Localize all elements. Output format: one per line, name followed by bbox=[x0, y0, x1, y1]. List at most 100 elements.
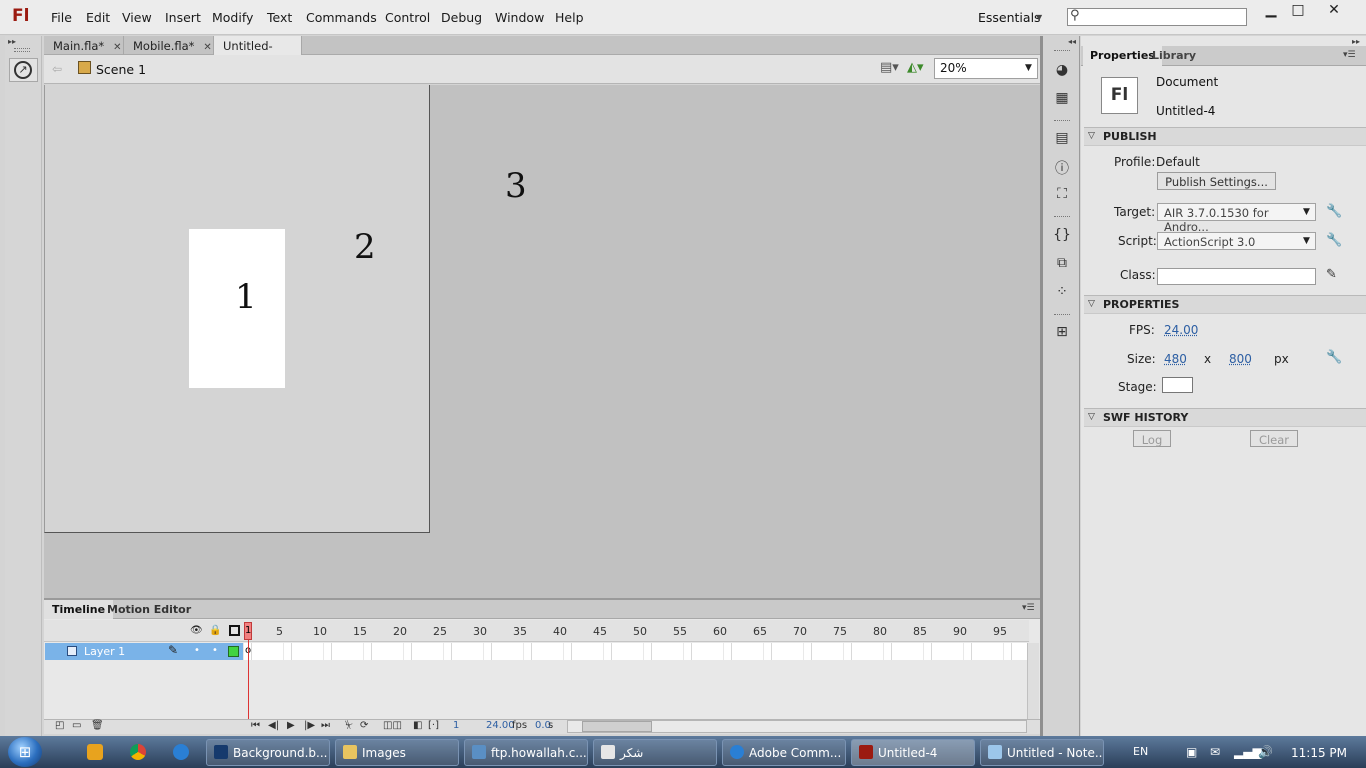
width-value[interactable]: 480 bbox=[1164, 352, 1187, 366]
collapse-panel-icon[interactable]: ▸▸ bbox=[1352, 37, 1360, 46]
layer-outline-color[interactable] bbox=[228, 646, 239, 657]
menu-debug[interactable]: Debug bbox=[441, 10, 482, 25]
current-frame[interactable]: 1 bbox=[453, 720, 459, 731]
chevron-down-icon[interactable]: ▼ bbox=[1025, 63, 1032, 73]
eye-icon[interactable]: 👁 bbox=[190, 625, 203, 636]
log-button[interactable]: Log bbox=[1133, 430, 1171, 447]
menu-view[interactable]: View bbox=[122, 10, 152, 25]
collapse-icon[interactable]: ▽ bbox=[1088, 299, 1095, 309]
height-value[interactable]: 800 bbox=[1229, 352, 1252, 366]
edit-symbols-icon[interactable]: ◭▾ bbox=[907, 60, 927, 78]
workspace-switcher[interactable]: Essentials bbox=[978, 10, 1041, 25]
fps-value[interactable]: 24.00 bbox=[1164, 323, 1198, 337]
timeline-vertical-scrollbar[interactable] bbox=[1027, 643, 1039, 723]
publish-settings-button[interactable]: Publish Settings... bbox=[1157, 172, 1276, 190]
media-player-icon[interactable] bbox=[87, 744, 103, 760]
mail-icon[interactable]: ✉ bbox=[1210, 745, 1220, 759]
collapse-panel-icon[interactable]: ◂◂ bbox=[1068, 37, 1076, 46]
motion-presets-icon[interactable]: ⁘ bbox=[1053, 284, 1071, 302]
menu-control[interactable]: Control bbox=[385, 10, 430, 25]
step-back-icon[interactable]: ◀| bbox=[268, 720, 279, 731]
workspace-dropdown-icon[interactable]: ▼ bbox=[1036, 13, 1042, 22]
loop-icon[interactable]: ⟳ bbox=[360, 720, 368, 731]
menu-text[interactable]: Text bbox=[267, 10, 292, 25]
panel-grip[interactable] bbox=[1054, 216, 1070, 219]
taskbar-images-folder[interactable]: Images bbox=[335, 739, 459, 766]
onion-skin-icon[interactable]: ◫◫ bbox=[383, 720, 402, 731]
edit-multiple-frames-icon[interactable]: ◧ bbox=[413, 720, 422, 731]
menu-edit[interactable]: Edit bbox=[86, 10, 110, 25]
info-icon[interactable]: ⓘ bbox=[1053, 158, 1071, 177]
lock-dot[interactable]: • bbox=[212, 645, 218, 656]
chrome-icon[interactable] bbox=[130, 744, 146, 760]
taskbar-ftp[interactable]: ftp.howallah.c... bbox=[464, 739, 588, 766]
code-snippets-icon[interactable]: {} bbox=[1053, 227, 1071, 245]
scene-breadcrumb[interactable]: Scene 1 bbox=[96, 62, 146, 77]
center-frame-icon[interactable]: ⏧ bbox=[345, 720, 353, 731]
pencil-icon[interactable]: ✎ bbox=[1326, 267, 1337, 282]
taskbar-document[interactable]: شكر bbox=[593, 739, 717, 766]
scrollbar-thumb[interactable] bbox=[582, 721, 652, 732]
start-button[interactable]: ⊞ bbox=[8, 737, 42, 767]
taskbar-flash[interactable]: Untitled-4 bbox=[851, 739, 975, 766]
step-forward-icon[interactable]: |▶ bbox=[304, 720, 315, 731]
visibility-dot[interactable]: • bbox=[194, 645, 200, 656]
modify-markers-icon[interactable]: [·] bbox=[428, 720, 439, 731]
play-icon[interactable]: ▶ bbox=[287, 720, 295, 731]
arrow-tool-icon[interactable]: ↗ bbox=[14, 61, 32, 79]
taskbar-notepad[interactable]: Untitled - Note... bbox=[980, 739, 1104, 766]
tab-main-fla[interactable]: Main.fla* ✕ bbox=[44, 36, 124, 55]
tab-motion-editor[interactable]: Motion Editor bbox=[99, 600, 199, 619]
network-device-icon[interactable]: ▣ bbox=[1186, 745, 1197, 759]
last-frame-icon[interactable]: ⏭ bbox=[321, 720, 330, 731]
clear-button[interactable]: Clear bbox=[1250, 430, 1298, 447]
language-indicator[interactable]: EN bbox=[1133, 745, 1148, 758]
minimize-button[interactable]: ▁ bbox=[1260, 2, 1282, 18]
chevron-down-icon[interactable]: ▼ bbox=[1303, 207, 1310, 217]
help-search-input[interactable] bbox=[1067, 8, 1247, 26]
lock-icon[interactable]: 🔒 bbox=[209, 625, 221, 636]
taskbar-adobe-community[interactable]: Adobe Comm... bbox=[722, 739, 846, 766]
wrench-icon[interactable]: 🔧 bbox=[1326, 233, 1342, 248]
clock[interactable]: 11:15 PM bbox=[1291, 746, 1347, 760]
volume-icon[interactable]: 🔊 bbox=[1258, 745, 1273, 759]
taskbar-photoshop[interactable]: Background.b... bbox=[206, 739, 330, 766]
internet-explorer-icon[interactable] bbox=[173, 744, 189, 760]
menu-insert[interactable]: Insert bbox=[165, 10, 201, 25]
project-icon[interactable]: ⊞ bbox=[1053, 324, 1071, 342]
tab-untitled-4[interactable]: Untitled-4✕ bbox=[214, 36, 302, 67]
align-icon[interactable]: ▤ bbox=[1053, 130, 1071, 148]
script-select[interactable]: ActionScript 3.0 bbox=[1157, 232, 1316, 250]
delete-icon[interactable]: 🗑 bbox=[91, 720, 104, 731]
panel-grip[interactable] bbox=[1054, 314, 1070, 317]
first-frame-icon[interactable]: ⏮ bbox=[251, 720, 260, 731]
menu-modify[interactable]: Modify bbox=[212, 10, 253, 25]
tab-mobile-fla[interactable]: Mobile.fla* ✕ bbox=[124, 36, 214, 55]
panel-menu-icon[interactable]: ▾☰ bbox=[1343, 50, 1356, 60]
panel-grip[interactable] bbox=[14, 48, 30, 52]
edit-scene-icon[interactable]: ▤▾ bbox=[880, 60, 900, 78]
new-folder-icon[interactable]: ▭ bbox=[72, 720, 81, 731]
close-button[interactable]: ✕ bbox=[1323, 2, 1345, 18]
menu-file[interactable]: File bbox=[51, 10, 72, 25]
color-palette-icon[interactable]: ◕ bbox=[1053, 62, 1071, 80]
target-select[interactable]: AIR 3.7.0.1530 for Andro... bbox=[1157, 203, 1316, 234]
components-icon[interactable]: ⧉ bbox=[1053, 255, 1071, 273]
transform-icon[interactable]: ⛶ bbox=[1053, 186, 1071, 204]
class-input[interactable] bbox=[1157, 268, 1316, 285]
frame-cells[interactable] bbox=[244, 643, 1027, 660]
outline-icon[interactable] bbox=[229, 625, 240, 636]
panel-menu-icon[interactable]: ▾☰ bbox=[1022, 603, 1035, 613]
collapse-icon[interactable]: ▽ bbox=[1088, 131, 1095, 141]
menu-commands[interactable]: Commands bbox=[306, 10, 377, 25]
layer-name[interactable]: Layer 1 bbox=[84, 645, 125, 658]
tab-close-icon[interactable]: ✕ bbox=[113, 42, 121, 53]
maximize-button[interactable]: □ bbox=[1287, 2, 1309, 18]
expand-panel-icon[interactable]: ▸▸ bbox=[8, 37, 16, 46]
stage-color-swatch[interactable] bbox=[1162, 377, 1193, 393]
tab-close-icon[interactable]: ✕ bbox=[203, 42, 211, 53]
tab-library[interactable]: Library bbox=[1145, 46, 1203, 66]
collapse-icon[interactable]: ▽ bbox=[1088, 412, 1095, 422]
chevron-down-icon[interactable]: ▼ bbox=[1303, 236, 1310, 246]
panel-grip[interactable] bbox=[1054, 50, 1070, 53]
